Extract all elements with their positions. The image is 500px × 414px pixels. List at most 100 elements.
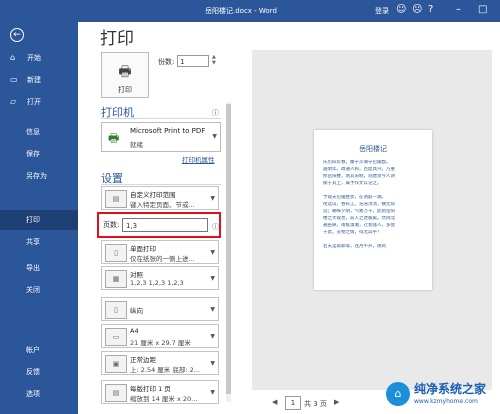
option-subtitle: 缩放到 14 厘米 x 20... xyxy=(130,395,198,403)
divider xyxy=(101,118,221,119)
previous-page-icon[interactable]: ◀ xyxy=(272,398,277,406)
current-page-input[interactable]: 1 xyxy=(285,396,301,410)
printer-ready-icon: 🖶 xyxy=(108,131,120,145)
sidebar-item-save-as[interactable]: 另存为 xyxy=(0,166,78,186)
print-button[interactable]: 🖶 打印 xyxy=(101,52,149,98)
sidebar-item-label: 打开 xyxy=(27,98,41,106)
margins-dropdown[interactable]: ▣ 正常边距 上: 2.54 厘米 底部: 2... ▼ xyxy=(101,351,219,375)
preview-text-line: 修岳阳楼，增其旧制，刻唐贤今人诗 xyxy=(323,174,395,179)
backstage-sidebar: ← ⌂ 开始 ▭ 新建 ▱ 打开 信息 保存 另存为 打印 共享 导出 关闭 帐户 反… xyxy=(0,22,78,414)
preview-text-line: 涯；朝晖夕阴，气象万千。此则岳阳 xyxy=(323,209,395,214)
sidebar-item-label: 保存 xyxy=(26,150,40,158)
option-title: A4 xyxy=(130,327,139,335)
printer-properties-link[interactable]: 打印机属性 xyxy=(182,154,215,164)
home-icon: ⌂ xyxy=(10,53,16,62)
print-button-label: 打印 xyxy=(118,86,132,94)
chevron-down-icon: ▼ xyxy=(212,133,217,140)
chevron-down-icon: ▼ xyxy=(210,360,215,367)
sidebar-item-share[interactable]: 共享 xyxy=(0,232,78,252)
copies-input[interactable]: 1 xyxy=(177,55,209,67)
printer-name: Microsoft Print to PDF xyxy=(130,127,206,135)
sidebar-item-home[interactable]: ⌂ 开始 xyxy=(0,48,78,68)
divider xyxy=(101,184,221,185)
sidebar-item-info[interactable]: 信息 xyxy=(0,122,78,142)
chevron-down-icon: ▼ xyxy=(210,195,215,202)
sidebar-item-label: 开始 xyxy=(27,54,41,62)
pages-per-sheet-icon: ▤ xyxy=(105,384,127,402)
maximize-icon[interactable]: □ xyxy=(478,4,487,16)
title-bar: 岳阳楼记.docx - Word 登录 ☺ ☹ ? – □ xyxy=(0,0,500,22)
pages-per-sheet-dropdown[interactable]: ▤ 每版打印 1 页 缩放到 14 厘米 x 20... ▼ xyxy=(101,380,219,404)
watermark-title: 纯净系统之家 xyxy=(414,382,487,396)
sidebar-item-label: 另存为 xyxy=(26,172,47,180)
printer-dropdown[interactable]: 🖶 Microsoft Print to PDF 就绪 ▼ xyxy=(101,122,221,152)
copies-stepper[interactable]: ▲ ▼ xyxy=(212,54,216,66)
sides-dropdown[interactable]: ▯ 单面打印 仅在纸张的一侧上进... ▼ xyxy=(101,240,219,264)
paper-icon: ▭ xyxy=(105,328,127,346)
option-subtitle: 键入特定页面、节或... xyxy=(130,201,195,209)
smile-icon[interactable]: ☺ xyxy=(396,4,406,16)
minimize-icon[interactable]: – xyxy=(456,4,461,16)
next-page-icon[interactable]: ▶ xyxy=(334,398,339,406)
orientation-dropdown[interactable]: ▯ 纵向 ▼ xyxy=(101,297,219,321)
chevron-down-icon: ▼ xyxy=(210,249,215,256)
sidebar-item-feedback[interactable]: 反馈 xyxy=(0,362,78,382)
one-sided-icon: ▯ xyxy=(105,244,127,262)
sidebar-item-label: 帐户 xyxy=(26,346,40,354)
info-icon[interactable]: ⓘ xyxy=(212,108,219,118)
sidebar-item-label: 反馈 xyxy=(26,368,40,376)
sidebar-item-save[interactable]: 保存 xyxy=(0,144,78,164)
option-title: 对照 xyxy=(130,271,143,279)
frown-icon[interactable]: ☹ xyxy=(412,4,422,16)
preview-page-title: 岳阳楼记 xyxy=(359,145,387,153)
sidebar-item-options[interactable]: 选项 xyxy=(0,384,78,404)
sidebar-item-close[interactable]: 关闭 xyxy=(0,280,78,300)
option-subtitle: 1,2,3 1,2,3 1,2,3 xyxy=(130,279,184,287)
chevron-down-icon: ▼ xyxy=(210,333,215,340)
watermark-logo-icon: ⌂ xyxy=(386,382,410,406)
highlight-box xyxy=(97,212,221,238)
margins-icon: ▣ xyxy=(105,355,127,373)
option-subtitle: 上: 2.54 厘米 底部: 2... xyxy=(130,366,200,374)
copies-label: 份数: xyxy=(158,58,175,66)
printer-icon: 🖶 xyxy=(118,64,132,80)
preview-text-line: 庆历四年春，滕子京谪守巴陵郡。 xyxy=(323,160,391,165)
chevron-down-icon: ▼ xyxy=(210,275,215,282)
window-title: 岳阳楼记.docx - Word xyxy=(205,7,277,15)
site-watermark: ⌂ 纯净系统之家 www.kzmyhome.com xyxy=(384,380,498,412)
option-subtitle: 21 厘米 x 29.7 厘米 xyxy=(130,339,191,347)
preview-text-line: 越明年，政通人和，百废具兴，乃重 xyxy=(323,167,395,172)
paper-size-dropdown[interactable]: ▭ A4 21 厘米 x 29.7 厘米 ▼ xyxy=(101,324,219,348)
watermark-url: www.kzmyhome.com xyxy=(414,398,478,405)
option-title: 纵向 xyxy=(130,307,143,315)
print-range-dropdown[interactable]: ▤ 自定义打印范围 键入特定页面、节或... ▼ xyxy=(101,186,219,210)
sidebar-item-export[interactable]: 导出 xyxy=(0,258,78,278)
collate-icon: ▦ xyxy=(105,270,127,288)
sign-in-link[interactable]: 登录 xyxy=(375,6,389,16)
new-document-icon: ▭ xyxy=(10,75,18,84)
chevron-down-icon: ▼ xyxy=(210,389,215,396)
preview-text-line: 予观夫巴陵胜状，在洞庭一湖。 xyxy=(323,195,386,200)
option-title: 自定义打印范围 xyxy=(130,191,176,199)
option-title: 正常边距 xyxy=(130,356,156,364)
sidebar-item-label: 共享 xyxy=(26,238,40,246)
portrait-icon: ▯ xyxy=(105,301,127,319)
sidebar-item-label: 关闭 xyxy=(26,286,40,294)
preview-text-line: 楼之大观也，前人之述备矣。然则北 xyxy=(323,216,395,221)
printer-status: 就绪 xyxy=(130,141,143,149)
total-pages-label: 共 3 页 xyxy=(304,400,327,408)
collate-dropdown[interactable]: ▦ 对照 1,2,3 1,2,3 1,2,3 ▼ xyxy=(101,266,219,290)
preview-text-line: 通巫峡，南极潇湘，迁客骚人，多会 xyxy=(323,223,395,228)
back-arrow-icon[interactable]: ← xyxy=(10,28,24,42)
sidebar-item-label: 导出 xyxy=(26,264,40,272)
option-subtitle: 仅在纸张的一侧上进... xyxy=(130,255,195,263)
help-icon[interactable]: ? xyxy=(428,4,433,16)
sidebar-item-account[interactable]: 帐户 xyxy=(0,340,78,360)
sidebar-item-print[interactable]: 打印 xyxy=(0,210,78,230)
scrollbar-thumb[interactable] xyxy=(226,104,231,394)
sidebar-item-new[interactable]: ▭ 新建 xyxy=(0,70,78,90)
sidebar-item-open[interactable]: ▱ 打开 xyxy=(0,92,78,112)
folder-open-icon: ▱ xyxy=(10,97,17,106)
settings-scrollbar[interactable] xyxy=(226,102,231,402)
sidebar-item-label: 打印 xyxy=(26,216,40,224)
